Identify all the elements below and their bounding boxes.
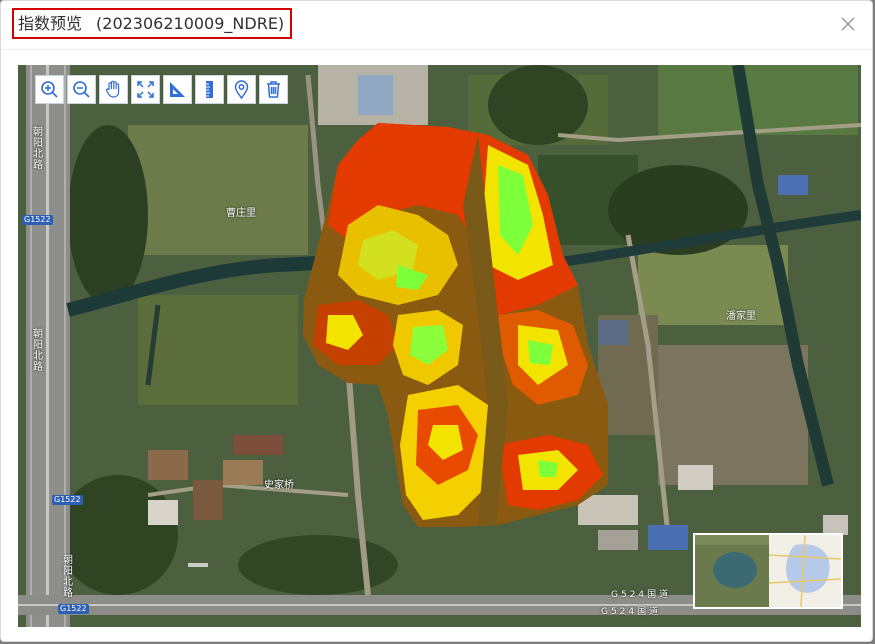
road-label-g524-2: G524国道: [601, 607, 662, 617]
zoom-in-icon: [41, 81, 58, 98]
highway-shield-3: G1522: [58, 604, 89, 614]
clear-trash-icon: [267, 81, 280, 98]
zoom-out-icon: [73, 81, 90, 98]
map-toolbar: [35, 75, 288, 104]
close-button[interactable]: [838, 14, 858, 34]
close-icon: [841, 17, 855, 31]
clear-button[interactable]: [259, 75, 288, 104]
map-view[interactable]: 曹庄里 潘家里 史家桥 朝阳北路 朝阳北路 朝阳北路 G1522 G1522 G…: [18, 65, 861, 627]
dialog-header: 指数预览 (202306210009_NDRE): [1, 1, 872, 50]
measure-distance-button[interactable]: [195, 75, 224, 104]
measure-area-icon: [170, 82, 185, 97]
road-label-g524-1: G524国道: [611, 590, 672, 600]
zoom-in-button[interactable]: [35, 75, 64, 104]
location-button[interactable]: [227, 75, 256, 104]
index-preview-dialog: 指数预览 (202306210009_NDRE) 曹庄里 潘家里 史家桥 朝阳北…: [0, 0, 873, 642]
road-label-left-middle: 朝阳北路: [33, 329, 43, 373]
road-label-left-bottom: 朝阳北路: [63, 555, 73, 599]
minimap-image: [695, 535, 841, 607]
dialog-title-code: (202306210009_NDRE): [96, 14, 285, 33]
road-label-left-top: 朝阳北路: [33, 127, 43, 171]
measure-distance-icon: [206, 81, 213, 98]
pan-hand-icon: [105, 80, 120, 98]
highway-shield-1: G1522: [22, 215, 53, 225]
zoom-out-button[interactable]: [67, 75, 96, 104]
place-label-3: 史家桥: [264, 480, 294, 491]
dialog-title-text: 指数预览: [18, 14, 83, 33]
highway-shield-2: G1522: [52, 495, 83, 505]
full-extent-button[interactable]: [131, 75, 160, 104]
full-extent-icon: [137, 81, 154, 98]
place-label-2: 潘家里: [726, 311, 756, 322]
overview-minimap[interactable]: [693, 533, 843, 609]
location-marker-icon: [234, 80, 249, 100]
measure-area-button[interactable]: [163, 75, 192, 104]
pan-button[interactable]: [99, 75, 128, 104]
place-label-1: 曹庄里: [226, 208, 256, 219]
dialog-title: 指数预览 (202306210009_NDRE): [12, 8, 293, 39]
